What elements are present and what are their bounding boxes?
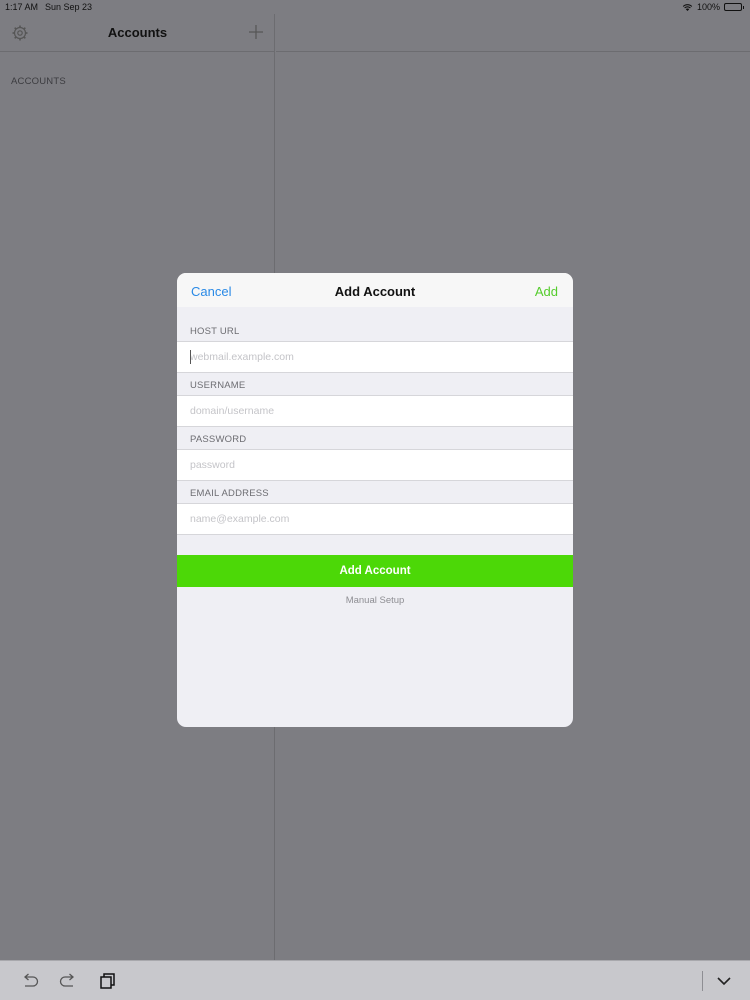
manual-setup-link[interactable]: Manual Setup xyxy=(177,595,573,606)
battery-icon xyxy=(724,3,744,11)
undo-icon[interactable] xyxy=(20,972,40,990)
plus-icon[interactable] xyxy=(248,24,264,40)
password-input[interactable] xyxy=(177,449,573,481)
username-label: USERNAME xyxy=(190,380,246,391)
email-input[interactable] xyxy=(177,503,573,535)
add-button[interactable]: Add xyxy=(535,284,558,299)
password-label: PASSWORD xyxy=(190,434,247,445)
status-bar: 1:17 AM Sun Sep 23 100% xyxy=(0,0,750,14)
status-indicators: 100% xyxy=(682,2,744,12)
toolbar-separator xyxy=(702,971,703,991)
sidebar-header: Accounts xyxy=(0,14,274,52)
host-url-input[interactable] xyxy=(177,341,573,373)
modal-title: Add Account xyxy=(334,284,416,299)
sidebar-title: Accounts xyxy=(107,25,168,40)
cancel-button[interactable]: Cancel xyxy=(191,284,231,299)
chevron-down-icon[interactable] xyxy=(714,972,734,990)
copy-icon[interactable] xyxy=(98,972,118,990)
accounts-section-label: ACCOUNTS xyxy=(11,76,66,87)
modal-nav-bar: Cancel Add Account Add xyxy=(177,273,573,307)
text-caret xyxy=(190,350,191,364)
host-url-label: HOST URL xyxy=(190,326,240,337)
battery-percent: 100% xyxy=(696,2,720,12)
status-date: Sun Sep 23 xyxy=(45,2,93,12)
email-label: EMAIL ADDRESS xyxy=(190,488,269,499)
redo-icon[interactable] xyxy=(58,972,78,990)
add-account-modal: Cancel Add Account Add HOST URL USERNAME… xyxy=(177,273,573,727)
bottom-toolbar xyxy=(0,960,750,1000)
detail-header-divider xyxy=(276,51,750,52)
add-account-button[interactable]: Add Account xyxy=(177,555,573,587)
username-input[interactable] xyxy=(177,395,573,427)
form-spacer xyxy=(177,535,573,555)
wifi-icon xyxy=(682,4,693,11)
status-time: 1:17 AM xyxy=(5,2,39,12)
